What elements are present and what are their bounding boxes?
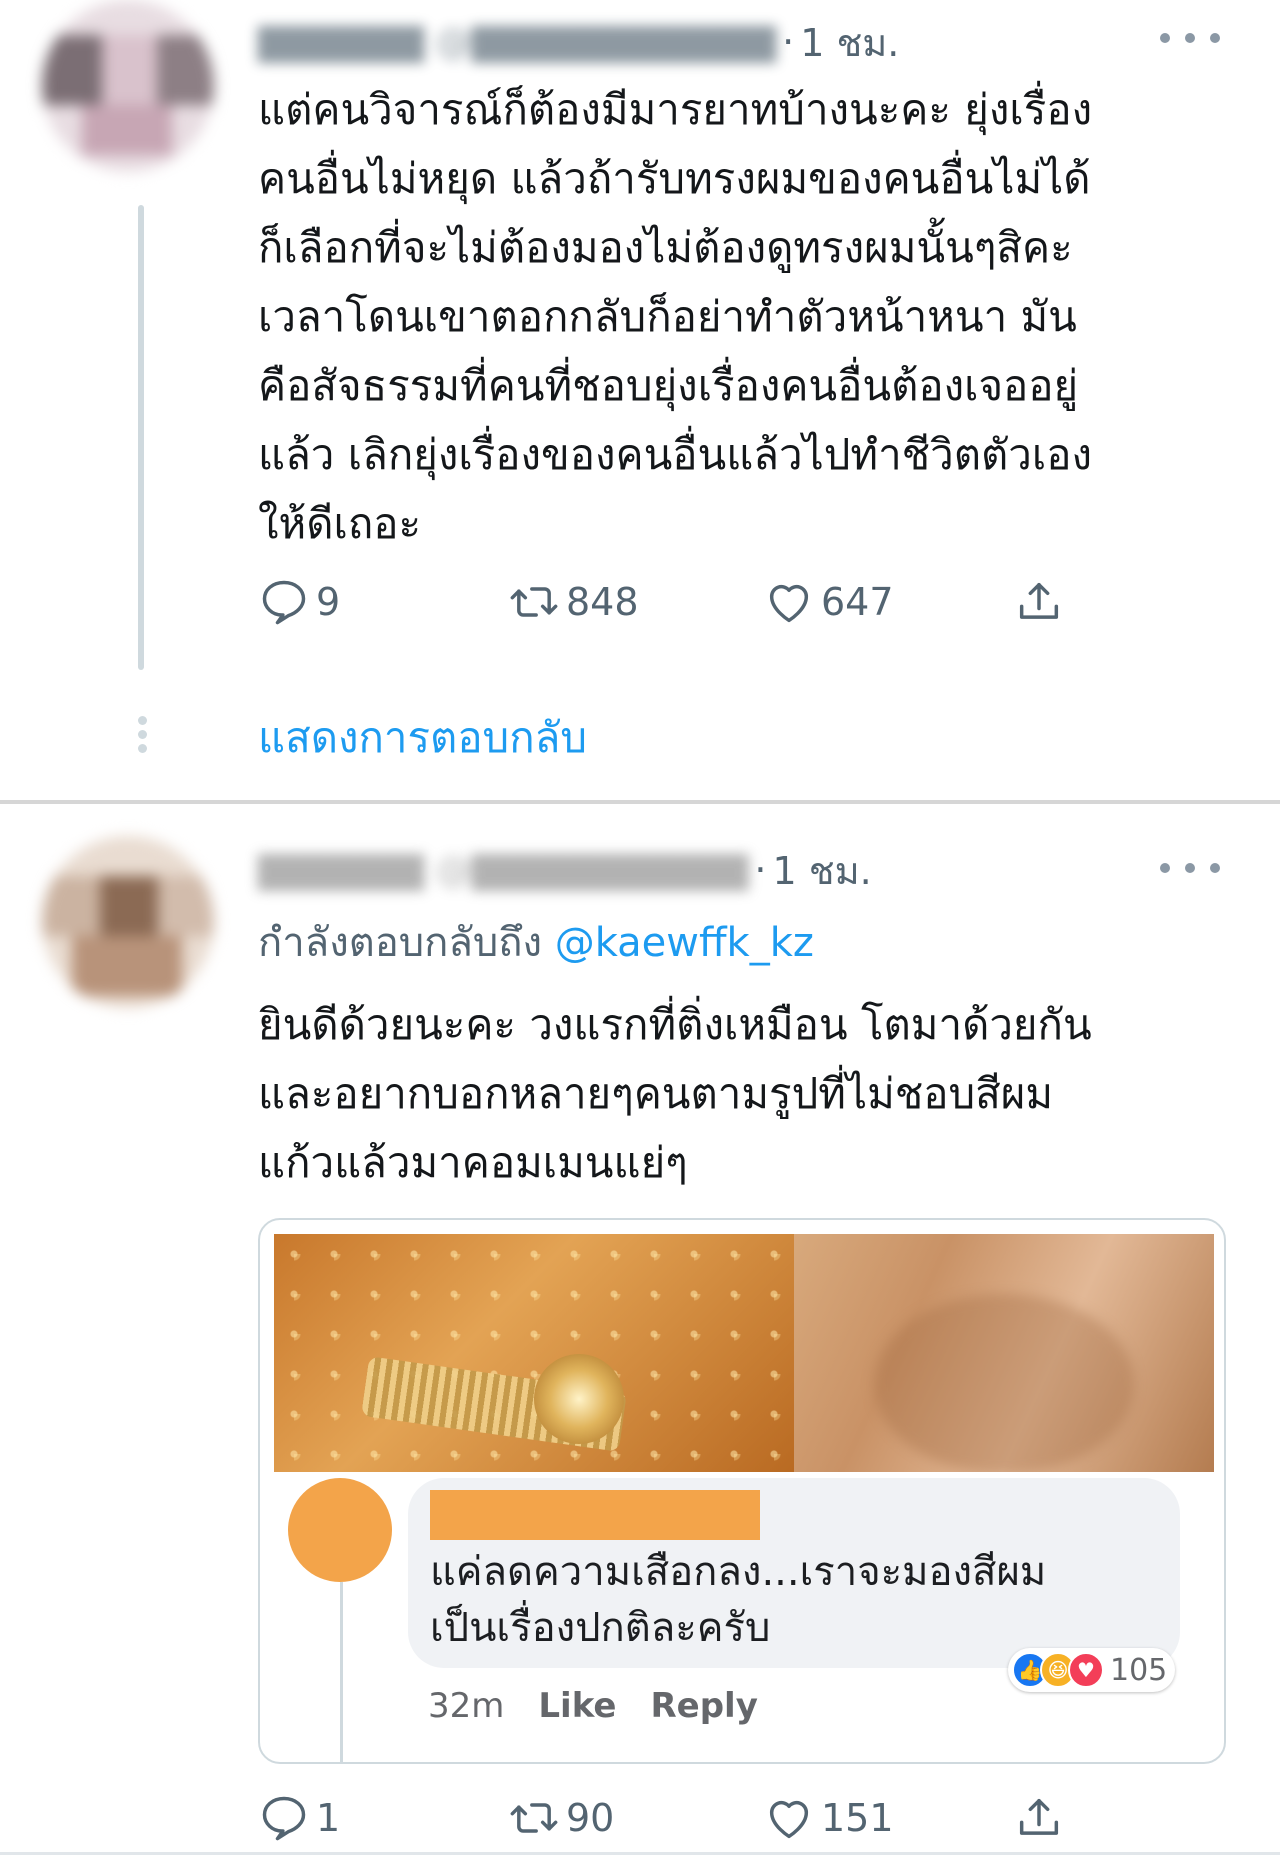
comment-thread-line <box>340 1582 343 1762</box>
retweet-icon <box>510 1803 558 1833</box>
comment-time: 32m <box>428 1686 505 1726</box>
comment-text: แค่ลดความเสือกลง...เราจะมองสีผม เป็นเรื่… <box>430 1544 1046 1656</box>
facebook-comment-screenshot: แค่ลดความเสือกลง...เราจะมองสีผม เป็นเรื่… <box>260 1472 1224 1762</box>
tweet-header: ▇▇▇▇▇▇ @▇▇▇▇▇▇▇▇▇▇▇ · 1 ชม. <box>258 12 899 72</box>
tweet-text: ยินดีด้วยนะคะ วงแรกที่ติ่งเหมือน โตมาด้ว… <box>258 990 1238 1197</box>
avatar[interactable] <box>42 836 214 1008</box>
replying-to: กำลังตอบกลับถึง @kaewffk_kz <box>258 910 814 974</box>
retweet-icon <box>510 587 558 617</box>
reply-icon <box>262 1796 306 1841</box>
tweet-text-line: คนอื่นไม่หยุด แล้วถ้ารับทรงผมของคนอื่นไม… <box>258 154 1091 203</box>
like-count: 151 <box>821 1796 894 1840</box>
tweet-text-line: ให้ดีเถอะ <box>258 499 422 548</box>
comment-text-line: แค่ลดความเสือกลง...เราจะมองสีผม <box>430 1549 1047 1595</box>
avatar[interactable] <box>42 0 214 172</box>
commenter-avatar <box>288 1478 392 1582</box>
heart-icon <box>769 1800 809 1839</box>
tweet-actions: 9 848 647 <box>258 572 1078 632</box>
bottom-divider <box>0 1852 1280 1855</box>
reply-button[interactable]: 9 <box>258 576 340 628</box>
like-count: 647 <box>821 580 894 624</box>
retweet-button[interactable]: 90 <box>508 1792 614 1844</box>
tweet-text-line: แล้ว เลิกยุ่งเรื่องของคนอื่นแล้วไปทำชีวิ… <box>258 430 1092 479</box>
replying-prefix: กำลังตอบกลับถึง <box>258 920 542 966</box>
share-icon <box>1019 582 1059 619</box>
mention-link[interactable]: @kaewffk_kz <box>555 920 814 966</box>
heart-icon <box>769 584 809 623</box>
retweet-button[interactable]: 848 <box>508 576 639 628</box>
more-options-icon[interactable] <box>1160 28 1220 48</box>
tweet-time[interactable]: 1 ชม. <box>800 12 899 73</box>
photo-buckle <box>534 1354 624 1444</box>
header-separator: · <box>754 848 767 892</box>
comment-bubble: แค่ลดความเสือกลง...เราจะมองสีผม เป็นเรื่… <box>408 1478 1180 1668</box>
tweet-text-line: แก้วแล้วมาคอมเมนแย่ๆ <box>258 1138 688 1187</box>
reply-count: 9 <box>316 580 341 624</box>
more-options-icon[interactable] <box>1160 858 1220 878</box>
comment-meta: 32m Like Reply <box>428 1686 758 1726</box>
tweet-text: แต่คนวิจารณ์ก็ต้องมีมารยาทบ้างนะคะ ยุ่งเ… <box>258 75 1238 558</box>
header-separator: · <box>782 20 795 64</box>
tweet-text-line: เวลาโดนเขาตอกกลับก็อย่าทำตัวหน้าหนา มัน <box>258 292 1077 341</box>
reply-button[interactable]: 1 <box>258 1792 340 1844</box>
tweet-time[interactable]: 1 ชม. <box>773 840 872 901</box>
share-button[interactable] <box>1013 576 1065 628</box>
reply-count: 1 <box>316 1796 341 1840</box>
reply-icon <box>262 580 306 625</box>
tweet-text-line: ยินดีด้วยนะคะ วงแรกที่ติ่งเหมือน โตมาด้ว… <box>258 1000 1092 1049</box>
thread-more-dots <box>136 716 148 756</box>
tweet-text-line: คือสัจธรรมที่คนที่ชอบยุ่งเรื่องคนอื่นต้อ… <box>258 361 1079 410</box>
tweet-divider <box>0 800 1280 804</box>
love-reaction-icon: ♥ <box>1068 1652 1104 1688</box>
tweet-header: ▇▇▇▇▇▇ @▇▇▇▇▇▇▇▇▇▇ · 1 ชม. <box>258 840 872 900</box>
tweet-text-line: แต่คนวิจารณ์ก็ต้องมีมารยาทบ้างนะคะ ยุ่งเ… <box>258 85 1093 134</box>
retweet-count: 848 <box>566 580 639 624</box>
media-photo <box>274 1234 1214 1472</box>
share-icon <box>1019 1798 1059 1835</box>
retweet-count: 90 <box>566 1796 615 1840</box>
tweet-text-line: ก็เลือกที่จะไม่ต้องมองไม่ต้องดูทรงผมนั้น… <box>258 223 1073 272</box>
comment-text-line: เป็นเรื่องปกติละครับ <box>430 1605 771 1651</box>
share-button[interactable] <box>1013 1792 1065 1844</box>
like-button[interactable]: 647 <box>763 576 894 628</box>
tweet-media[interactable]: แค่ลดความเสือกลง...เราจะมองสีผม เป็นเรื่… <box>258 1218 1226 1764</box>
comment-like: Like <box>538 1686 617 1726</box>
comment-reply: Reply <box>650 1686 758 1726</box>
photo-sleeve <box>874 1294 1134 1472</box>
tweet-actions: 1 90 151 <box>258 1788 1078 1848</box>
tweet-text-line: และอยากบอกหลายๆคนตามรูปที่ไม่ชอบสีผม <box>258 1069 1054 1118</box>
like-button[interactable]: 151 <box>763 1792 894 1844</box>
thread-line <box>138 205 144 670</box>
author-name-blurred: ▇▇▇▇▇▇ @▇▇▇▇▇▇▇▇▇▇▇ <box>258 21 777 63</box>
show-replies-link[interactable]: แสดงการตอบกลับ <box>258 705 587 771</box>
author-name-blurred: ▇▇▇▇▇▇ @▇▇▇▇▇▇▇▇▇▇ <box>258 849 749 891</box>
commenter-name-redacted <box>430 1490 760 1540</box>
comment-reactions: 👍 😆 ♥ 105 <box>1008 1648 1176 1692</box>
reaction-count: 105 <box>1110 1652 1168 1688</box>
